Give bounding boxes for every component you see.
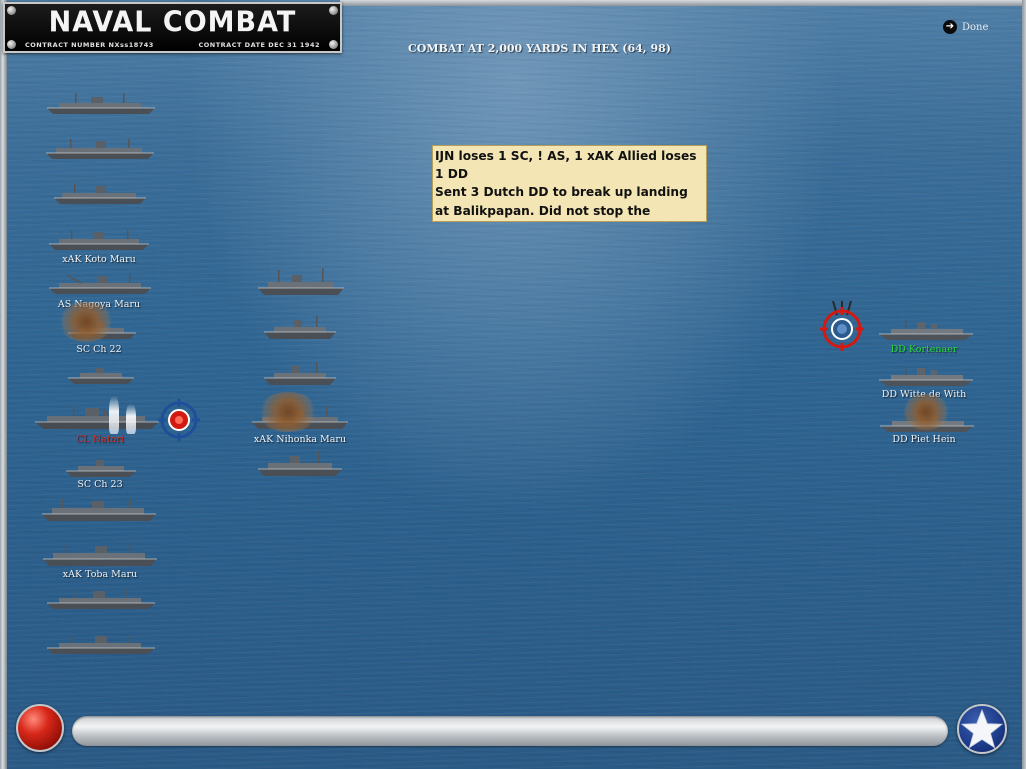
frame-top: [340, 0, 1026, 6]
ship-japanese-escort[interactable]: [262, 316, 338, 340]
ship-xak-koto-maru[interactable]: [47, 229, 151, 251]
ship-silhouette-icon: [42, 499, 156, 521]
app-title: NAVAL COMBAT: [48, 6, 297, 39]
ship-silhouette-icon: [68, 322, 136, 339]
ship-silhouette-icon: [46, 139, 154, 159]
contract-number: CONTRACT NUMBER NXss18743: [25, 41, 154, 49]
white-star-icon[interactable]: [957, 704, 1007, 754]
ship-sc-ch22[interactable]: [66, 318, 138, 340]
ship-sc-ch23[interactable]: [64, 456, 138, 478]
ship-silhouette-icon: [68, 368, 134, 384]
ship-label: SC Ch 22: [76, 344, 122, 355]
ship-silhouette-icon: [47, 589, 155, 609]
crosshair-target-icon[interactable]: [819, 300, 865, 351]
combat-note: IJN loses 1 SC, ! AS, 1 xAK Allied loses…: [432, 145, 707, 222]
ship-silhouette-icon: [49, 274, 151, 294]
ship-label: CL Natori: [76, 434, 124, 445]
ship-silhouette-icon: [54, 184, 146, 204]
red-orb-icon[interactable]: [16, 704, 64, 752]
ship-cl-cruiser[interactable]: [33, 404, 161, 430]
ship-japanese-transport[interactable]: [52, 183, 148, 205]
crosshair-target-icon[interactable]: [158, 399, 200, 441]
ship-silhouette-icon: [35, 406, 159, 429]
ship-japanese-escort[interactable]: [256, 451, 344, 477]
ship-as-nagoya-maru[interactable]: [47, 273, 153, 295]
ship-dd-witte-de-with[interactable]: [877, 365, 975, 387]
ship-silhouette-icon: [264, 362, 336, 385]
ship-label: SC Ch 23: [77, 479, 123, 490]
ship-japanese-transport[interactable]: [45, 588, 157, 610]
star-icon: [960, 708, 1004, 749]
ship-japanese-escort[interactable]: [262, 362, 338, 386]
ship-xak-toba-maru[interactable]: [41, 543, 159, 567]
ship-japanese-transport[interactable]: [45, 93, 157, 115]
bolt-icon: [7, 40, 16, 49]
done-button[interactable]: ➔ Done: [943, 20, 988, 34]
ship-label: AS Nagoya Maru: [57, 299, 141, 310]
frame-right: [1022, 0, 1026, 769]
ship-silhouette-icon: [47, 93, 155, 114]
ship-japanese-escort[interactable]: [256, 268, 346, 296]
ship-label: xAK Nihonka Maru: [253, 434, 347, 445]
done-label: Done: [962, 21, 989, 33]
ship-label: DD Witte de With: [881, 389, 967, 400]
ship-silhouette-icon: [43, 544, 157, 566]
message-bar: [72, 716, 948, 746]
ship-silhouette-icon: [879, 320, 973, 340]
ship-label: xAK Koto Maru: [62, 254, 136, 265]
arrow-right-icon: ➔: [943, 20, 957, 34]
ship-silhouette-icon: [66, 460, 136, 477]
frame-left: [0, 0, 7, 769]
target-reticle-icon: [820, 300, 864, 351]
ship-japanese-transport[interactable]: [45, 633, 157, 655]
ship-silhouette-icon: [258, 268, 344, 295]
ship-japanese-transport[interactable]: [40, 498, 158, 522]
title-subline: CONTRACT NUMBER NXss18743 CONTRACT DATE …: [25, 41, 320, 49]
ship-dd-kortenaer[interactable]: [877, 319, 975, 341]
ship-silhouette-icon: [47, 634, 155, 654]
ship-silhouette-icon: [880, 412, 974, 432]
ship-japanese-escort[interactable]: [66, 365, 136, 385]
ship-silhouette-icon: [264, 316, 336, 339]
ship-dd-piet-hein[interactable]: [878, 411, 976, 433]
ship-silhouette-icon: [258, 451, 342, 476]
bolt-icon: [329, 40, 338, 49]
contract-date: CONTRACT DATE DEC 31 1942: [198, 41, 320, 49]
ship-silhouette-icon: [49, 230, 149, 250]
ship-silhouette-icon: [879, 366, 973, 386]
ship-silhouette-icon: [252, 406, 348, 429]
ship-xak-nihonkai-maru[interactable]: [250, 406, 350, 430]
combat-header: COMBAT AT 2,000 YARDS IN HEX (64, 98): [408, 42, 671, 55]
ship-label: DD Piet Hein: [892, 434, 956, 445]
ship-japanese-transport[interactable]: [44, 138, 156, 160]
ship-label: DD Kortenaer: [890, 344, 958, 355]
title-plate: NAVAL COMBAT CONTRACT NUMBER NXss18743 C…: [3, 2, 342, 53]
target-reticle-icon: [158, 399, 200, 441]
ship-label: xAK Toba Maru: [62, 569, 138, 580]
